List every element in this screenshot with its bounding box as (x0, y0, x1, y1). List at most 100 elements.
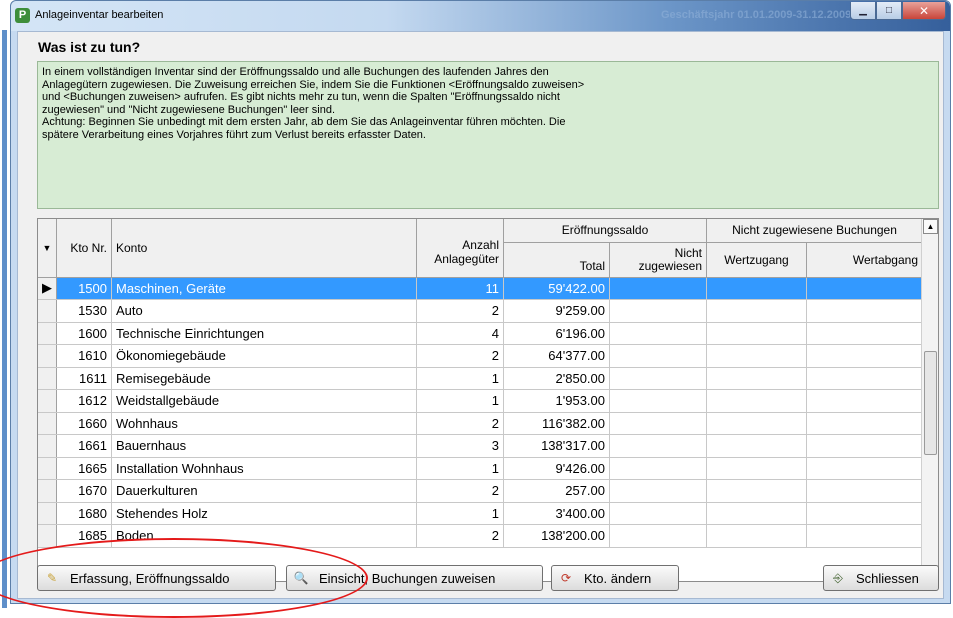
pencil-icon: ✎ (46, 571, 58, 585)
cell-konto: Remisegebäude (111, 367, 417, 390)
table-row[interactable]: 1530 Auto 2 9'259.00 (38, 299, 923, 323)
cell-anzahl: 1 (416, 502, 504, 525)
header-line: Anzahl (462, 237, 499, 252)
row-selector-header[interactable]: ▼ (38, 219, 57, 278)
cell-konto: Wohnhaus (111, 412, 417, 435)
cell-wertzugang (706, 389, 807, 413)
cell-kto-nr: 1611 (56, 367, 112, 390)
cell-anzahl: 1 (416, 367, 504, 390)
cell-wertzugang (706, 344, 807, 368)
column-header-wertzugang[interactable]: Wertzugang (706, 242, 807, 278)
table-row[interactable]: 1610 Ökonomiegebäude 2 64'377.00 (38, 344, 923, 368)
table-row[interactable]: 1660 Wohnhaus 2 116'382.00 (38, 412, 923, 435)
row-indicator[interactable]: ▶ (38, 277, 57, 300)
cell-nicht-zugewiesen (609, 524, 707, 548)
minimize-button[interactable]: ▁ (850, 2, 876, 20)
column-header-anzahl[interactable]: Anzahl Anlagegüter (416, 219, 504, 278)
column-header-konto[interactable]: Konto (111, 219, 417, 278)
cell-konto: Auto (111, 299, 417, 323)
instruction-line: Anlagegütern zugewiesen. Die Zuweisung e… (42, 78, 585, 91)
cell-konto: Bauernhaus (111, 434, 417, 458)
cell-nicht-zugewiesen (609, 322, 707, 345)
table-row[interactable]: 1611 Remisegebäude 1 2'850.00 (38, 367, 923, 390)
cell-nicht-zugewiesen (609, 389, 707, 413)
row-indicator[interactable] (38, 412, 57, 435)
cell-wertabgang (806, 434, 923, 458)
table-row[interactable]: 1612 Weidstallgebäude 1 1'953.00 (38, 389, 923, 413)
row-indicator[interactable] (38, 299, 57, 323)
row-indicator[interactable] (38, 389, 57, 413)
table-row[interactable]: 1665 Installation Wohnhaus 1 9'426.00 (38, 457, 923, 480)
cell-anzahl: 11 (416, 277, 504, 300)
button-label: Schliessen (856, 570, 919, 586)
cell-nicht-zugewiesen (609, 457, 707, 480)
cell-konto: Maschinen, Geräte (111, 277, 417, 300)
instruction-line: und <Buchungen zuweisen> aufrufen. Es gi… (42, 91, 560, 103)
schliessen-button[interactable]: ⎆ Schliessen (823, 565, 939, 591)
column-header-wertabgang[interactable]: Wertabgang (806, 242, 923, 278)
cell-wertabgang (806, 524, 923, 548)
row-indicator[interactable] (38, 502, 57, 525)
row-indicator[interactable] (38, 367, 57, 390)
cell-wertzugang (706, 322, 807, 345)
cell-wertzugang (706, 502, 807, 525)
cell-wertzugang (706, 479, 807, 503)
window-controls: ▁ □ ✕ (850, 2, 946, 20)
cell-nicht-zugewiesen (609, 299, 707, 323)
table-row[interactable]: ▶ 1500 Maschinen, Geräte 11 59'422.00 (38, 277, 923, 300)
cell-konto: Boden (111, 524, 417, 548)
cell-anzahl: 2 (416, 412, 504, 435)
cell-anzahl: 1 (416, 457, 504, 480)
row-indicator[interactable] (38, 322, 57, 345)
row-indicator[interactable] (38, 344, 57, 368)
arrow-up-icon: ▲ (926, 222, 935, 231)
row-indicator[interactable] (38, 457, 57, 480)
row-indicator[interactable] (38, 524, 57, 548)
inventory-grid[interactable]: ▼ Kto Nr. Konto Anzahl Anlagegüter Eröffn… (37, 218, 939, 582)
row-indicator[interactable] (38, 434, 57, 458)
vertical-scrollbar[interactable]: ▲ ▼ (921, 219, 938, 581)
cell-konto: Technische Einrichtungen (111, 322, 417, 345)
cell-kto-nr: 1670 (56, 479, 112, 503)
column-group-eroeffnungssaldo: Eröffnungssaldo (503, 219, 707, 243)
cell-anzahl: 2 (416, 524, 504, 548)
cell-total: 3'400.00 (503, 502, 610, 525)
exit-door-icon: ⎆ (833, 570, 843, 585)
cell-anzahl: 3 (416, 434, 504, 458)
cell-wertabgang (806, 479, 923, 503)
cell-anzahl: 4 (416, 322, 504, 345)
cell-kto-nr: 1612 (56, 389, 112, 413)
scroll-thumb[interactable] (924, 351, 937, 455)
scroll-up-button[interactable]: ▲ (923, 219, 938, 234)
table-row[interactable]: 1600 Technische Einrichtungen 4 6'196.00 (38, 322, 923, 345)
maximize-button[interactable]: □ (876, 2, 902, 20)
minimize-icon: ▁ (859, 5, 867, 16)
main-window: P Anlageinventar bearbeiten Geschäftsjah… (10, 0, 951, 604)
cell-konto: Stehendes Holz (111, 502, 417, 525)
einsicht-buchungen-zuweisen-button[interactable]: 🔍 Einsicht, Buchungen zuweisen (286, 565, 543, 591)
table-row[interactable]: 1685 Boden 2 138'200.00 (38, 524, 923, 548)
cell-konto: Ökonomiegebäude (111, 344, 417, 368)
cell-wertabgang (806, 502, 923, 525)
instruction-line: spätere Verarbeitung eines Vorjahres füh… (42, 128, 426, 141)
cell-total: 257.00 (503, 479, 610, 503)
row-indicator[interactable] (38, 479, 57, 503)
cell-total: 9'426.00 (503, 457, 610, 480)
table-row[interactable]: 1680 Stehendes Holz 1 3'400.00 (38, 502, 923, 525)
title-bar[interactable]: P Anlageinventar bearbeiten Geschäftsjah… (11, 1, 950, 31)
column-header-total[interactable]: Total (503, 242, 610, 278)
magnifier-icon: 🔍 (293, 571, 309, 585)
cell-nicht-zugewiesen (609, 344, 707, 368)
cell-wertzugang (706, 524, 807, 548)
cell-total: 1'953.00 (503, 389, 610, 413)
cell-total: 64'377.00 (503, 344, 610, 368)
refresh-icon: ⟳ (560, 571, 572, 585)
column-header-kto-nr[interactable]: Kto Nr. (56, 219, 112, 278)
close-button[interactable]: ✕ (902, 2, 946, 20)
cell-wertabgang (806, 412, 923, 435)
table-row[interactable]: 1670 Dauerkulturen 2 257.00 (38, 479, 923, 503)
kto-aendern-button[interactable]: ⟳ Kto. ändern (551, 565, 679, 591)
column-header-nicht-zugewiesen[interactable]: Nicht zugewiesen (609, 242, 707, 278)
table-row[interactable]: 1661 Bauernhaus 3 138'317.00 (38, 434, 923, 458)
erfassung-eroeffnungssaldo-button[interactable]: ✎ Erfassung, Eröffnungssaldo (37, 565, 276, 591)
